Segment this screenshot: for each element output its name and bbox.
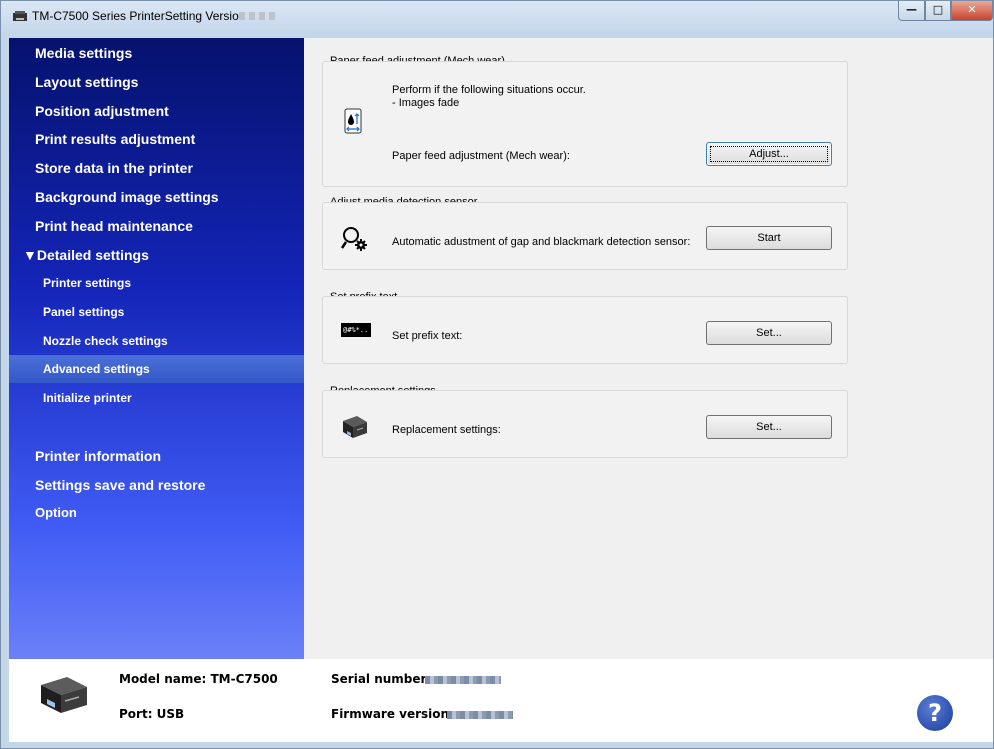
- model-name: Model name: TM-C7500: [119, 672, 278, 686]
- group-paper-feed: Perform if the following situations occu…: [322, 61, 848, 187]
- printer-device-icon: [41, 677, 87, 713]
- sidebar-item-option[interactable]: Option: [9, 499, 304, 527]
- group-replacement: Replacement settings: Set...: [322, 390, 848, 458]
- port: Port: USB: [119, 707, 185, 721]
- set-replacement-button[interactable]: Set...: [706, 415, 832, 439]
- media-sensor-label: Automatic adustment of gap and blackmark…: [392, 236, 691, 248]
- close-button[interactable]: ✕: [951, 1, 993, 21]
- sidebar-item-advanced-settings[interactable]: Advanced settings: [9, 355, 304, 383]
- serial-number-label: Serial number:: [331, 672, 432, 686]
- minimize-icon: —: [906, 3, 917, 16]
- sidebar-item-media-settings[interactable]: Media settings: [9, 39, 304, 67]
- paper-feed-description-2: - Images fade: [392, 97, 460, 109]
- sidebar-item-initialize-printer[interactable]: Initialize printer: [9, 384, 304, 412]
- serial-number-redacted: [425, 676, 501, 684]
- prefix-text-icon: @#%*..: [341, 323, 371, 337]
- title-bar[interactable]: TM-C7500 Series PrinterSetting Version —…: [1, 1, 993, 31]
- group-media-sensor: Automatic adustment of gap and blackmark…: [322, 202, 848, 270]
- group-prefix: @#%*.. Set prefix text: Set...: [322, 296, 848, 364]
- prefix-label: Set prefix text:: [392, 330, 463, 342]
- sidebar-item-printer-settings[interactable]: Printer settings: [9, 269, 304, 297]
- main-panel: Paper feed adjustment (Mech wear) Perfor…: [304, 38, 993, 659]
- adjust-button[interactable]: Adjust...: [706, 142, 832, 166]
- sidebar-item-settings-save-restore[interactable]: Settings save and restore: [9, 471, 304, 499]
- status-footer: Model name: TM-C7500 Port: USB Serial nu…: [9, 659, 993, 742]
- help-icon[interactable]: ?: [917, 695, 953, 731]
- version-redacted: [239, 12, 277, 20]
- sidebar-item-detailed-settings[interactable]: ▼Detailed settings: [9, 241, 304, 269]
- app-window: TM-C7500 Series PrinterSetting Version —…: [0, 0, 994, 749]
- replacement-label: Replacement settings:: [392, 424, 501, 436]
- window-title: TM-C7500 Series PrinterSetting Version: [32, 9, 246, 23]
- sidebar-item-panel-settings[interactable]: Panel settings: [9, 298, 304, 326]
- client-area: Media settings Layout settings Position …: [9, 38, 993, 742]
- sidebar-item-position-adjustment[interactable]: Position adjustment: [9, 97, 304, 125]
- sidebar: Media settings Layout settings Position …: [9, 38, 304, 659]
- paper-feed-icon: [344, 108, 362, 134]
- set-prefix-button[interactable]: Set...: [706, 321, 832, 345]
- start-button[interactable]: Start: [706, 226, 832, 250]
- sidebar-item-nozzle-check[interactable]: Nozzle check settings: [9, 327, 304, 355]
- printer-replacement-icon: [343, 416, 367, 438]
- printer-app-icon: [13, 11, 27, 21]
- sidebar-item-background-image[interactable]: Background image settings: [9, 183, 304, 211]
- paper-feed-label: Paper feed adjustment (Mech wear):: [392, 150, 570, 162]
- maximize-icon: □: [932, 3, 944, 16]
- paper-feed-description-1: Perform if the following situations occu…: [392, 84, 586, 96]
- firmware-version-redacted: [447, 711, 513, 719]
- sidebar-item-printer-information[interactable]: Printer information: [9, 442, 304, 470]
- sidebar-item-store-data[interactable]: Store data in the printer: [9, 154, 304, 182]
- firmware-version-label: Firmware version:: [331, 707, 454, 721]
- minimize-button[interactable]: —: [898, 1, 925, 21]
- close-icon: ✕: [967, 3, 977, 16]
- focus-rectangle: [710, 146, 828, 162]
- sensor-gear-icon: [341, 227, 367, 251]
- sidebar-item-print-results-adjustment[interactable]: Print results adjustment: [9, 125, 304, 153]
- sidebar-item-layout-settings[interactable]: Layout settings: [9, 68, 304, 96]
- maximize-button[interactable]: □: [925, 1, 951, 21]
- sidebar-item-print-head-maintenance[interactable]: Print head maintenance: [9, 212, 304, 240]
